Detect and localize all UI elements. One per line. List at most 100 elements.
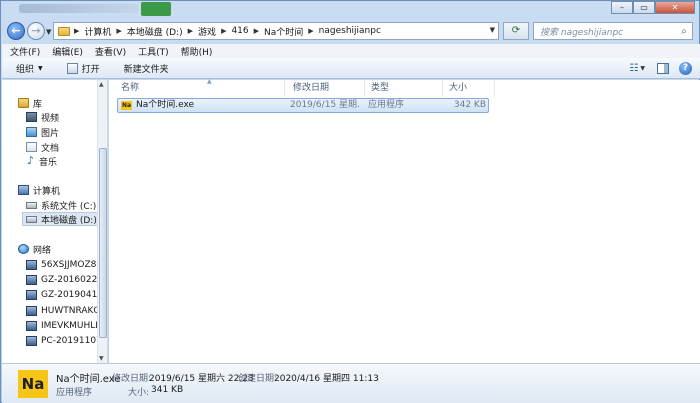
music-note-icon: ♪: [26, 154, 35, 167]
sidebar-item-label: 计算机: [33, 186, 61, 197]
folder-icon: [58, 26, 70, 36]
sidebar-item-videos[interactable]: 视频: [26, 110, 59, 124]
views-icon[interactable]: ☷: [629, 63, 638, 74]
sidebar-item-label: 网络: [33, 245, 52, 256]
breadcrumb-nageshijianpc[interactable]: nageshijianpc: [319, 26, 381, 36]
computer-icon: [26, 260, 37, 270]
sidebar-item-documents[interactable]: 文档: [26, 140, 59, 154]
drive-icon: [26, 215, 37, 223]
sidebar-item-label: 本地磁盘 (D:): [41, 215, 97, 226]
sidebar-item-drive-d[interactable]: 本地磁盘 (D:): [22, 212, 98, 226]
history-dropdown-icon[interactable]: ▼: [46, 28, 51, 36]
search-icon[interactable]: ⌕: [676, 26, 692, 37]
breadcrumb-games[interactable]: 游戏 ▶: [198, 25, 231, 38]
menu-help[interactable]: 帮助(H): [181, 45, 213, 58]
open-icon: [66, 62, 78, 74]
sidebar-item-network[interactable]: 网络: [18, 242, 51, 256]
address-dropdown-icon[interactable]: ▼: [490, 26, 495, 34]
maximize-button[interactable]: ▭: [633, 1, 655, 14]
preview-pane-icon[interactable]: [657, 63, 669, 74]
help-icon[interactable]: ?: [679, 62, 692, 75]
computer-icon: [26, 275, 37, 285]
address-bar[interactable]: ▶ 计算机 ▶ 本地磁盘 (D:) ▶ 游戏 ▶ 416 ▶ Na个时间 ▶ nagesh…: [53, 22, 499, 40]
breadcrumb-drive-d[interactable]: 本地磁盘 (D:) ▶: [127, 25, 198, 38]
sidebar-item-network-host[interactable]: 56XSJJMOZ8C7: [26, 258, 107, 272]
sidebar-item-label: 文档: [41, 143, 60, 154]
minimize-button[interactable]: –: [611, 1, 633, 14]
sidebar-item-computer[interactable]: 计算机: [18, 183, 60, 197]
back-button[interactable]: ←: [7, 22, 25, 40]
breadcrumb-416[interactable]: 416 ▶: [231, 26, 264, 36]
scroll-up-icon[interactable]: ▲: [99, 81, 104, 88]
refresh-button[interactable]: ⟳: [503, 22, 529, 40]
menu-file[interactable]: 文件(F): [10, 45, 40, 58]
file-size: 342 KB: [453, 100, 486, 110]
open-button[interactable]: 打开: [66, 62, 100, 75]
navigation-pane: 库 视频 图片 文档 ♪ 音乐 计算机 系统文件 (C:) 本地磁盘 (D:): [2, 80, 108, 363]
details-size-value: 341 KB: [151, 385, 184, 395]
sidebar-item-network-host[interactable]: IMEVKMUHLHI: [26, 319, 105, 333]
menu-tools[interactable]: 工具(T): [138, 45, 169, 58]
chevron-right-icon[interactable]: ▶: [221, 27, 226, 35]
menu-bar: 文件(F) 编辑(E) 查看(V) 工具(T) 帮助(H): [2, 44, 700, 58]
picture-icon: [26, 127, 37, 137]
column-header-name[interactable]: 名称: [115, 80, 285, 96]
sidebar-item-network-host[interactable]: PC-20191107SH: [26, 334, 107, 348]
menu-view[interactable]: 查看(V): [95, 45, 126, 58]
app-icon: Na: [121, 101, 132, 110]
file-modified: 2019/6/15 星期...: [290, 100, 360, 110]
organize-button[interactable]: 组织 ▼: [16, 62, 43, 75]
blurred-title: [19, 4, 139, 13]
file-type: 应用程序: [368, 100, 405, 110]
details-type: 应用程序: [56, 388, 93, 398]
column-header-size[interactable]: 大小: [443, 80, 495, 96]
computer-icon: [26, 321, 37, 331]
library-icon: [18, 98, 29, 108]
close-button[interactable]: ✕: [655, 1, 695, 14]
views-dropdown-icon[interactable]: ▼: [640, 65, 645, 72]
column-headers: ▲ 名称 修改日期 类型 大小: [115, 78, 695, 96]
sidebar-item-library[interactable]: 库: [18, 96, 42, 110]
column-header-modified[interactable]: 修改日期: [287, 80, 365, 96]
column-header-type[interactable]: 类型: [365, 80, 443, 96]
details-created-value: 2020/4/16 星期四 11:13: [274, 374, 379, 384]
sidebar-item-network-host[interactable]: GZ-20160224PA: [26, 273, 107, 287]
navigation-scrollbar[interactable]: ▲ ▼: [97, 80, 107, 363]
chevron-right-icon[interactable]: ▶: [116, 27, 121, 35]
computer-icon: [18, 185, 29, 195]
computer-icon: [26, 306, 37, 316]
forward-button[interactable]: →: [27, 22, 45, 40]
menu-edit[interactable]: 编辑(E): [52, 45, 83, 58]
breadcrumb-na-time[interactable]: Na个时间 ▶: [264, 25, 319, 38]
scrollbar-thumb[interactable]: [99, 148, 107, 338]
chevron-right-icon[interactable]: ▶: [308, 27, 313, 35]
green-badge: [141, 2, 171, 16]
details-filename: Na个时间.exe: [56, 374, 121, 385]
sidebar-item-pictures[interactable]: 图片: [26, 125, 59, 139]
table-row[interactable]: Na Na个时间.exe 2019/6/15 星期... 应用程序 342 KB: [117, 98, 489, 113]
sidebar-item-drive-c[interactable]: 系统文件 (C:): [26, 198, 96, 212]
sidebar-item-label: 库: [33, 99, 43, 110]
sidebar-item-label: 图片: [41, 128, 60, 139]
chevron-right-icon[interactable]: ▶: [74, 27, 79, 35]
search-box[interactable]: 搜索 nageshijianpc ⌕: [533, 22, 693, 40]
sidebar-item-network-host[interactable]: HUWTNRAKQW: [26, 304, 107, 318]
document-icon: [26, 142, 37, 152]
toolbar-right: ☷ ▼ ?: [629, 62, 692, 75]
scroll-down-icon[interactable]: ▼: [99, 355, 104, 362]
chevron-right-icon[interactable]: ▶: [254, 27, 259, 35]
network-icon: [18, 244, 29, 254]
app-icon: Na: [18, 370, 48, 398]
sidebar-item-music[interactable]: ♪ 音乐: [26, 154, 57, 168]
details-modified-label: 修改日期:: [112, 374, 152, 384]
title-bar: – ▭ ✕: [1, 1, 699, 18]
chevron-right-icon[interactable]: ▶: [188, 27, 193, 35]
search-input[interactable]: 搜索 nageshijianpc: [540, 25, 676, 38]
sidebar-item-network-host[interactable]: GZ-20190419OJ: [26, 288, 107, 302]
sidebar-item-label: 视频: [41, 113, 60, 124]
file-list: ▲ 名称 修改日期 类型 大小 Na Na个时间.exe 2019/6/15 星…: [109, 78, 700, 363]
file-name: Na个时间.exe: [136, 100, 195, 110]
breadcrumb-computer[interactable]: 计算机 ▶: [84, 25, 126, 38]
new-folder-button[interactable]: 新建文件夹: [124, 62, 169, 75]
caret-down-icon: ▼: [38, 64, 43, 72]
